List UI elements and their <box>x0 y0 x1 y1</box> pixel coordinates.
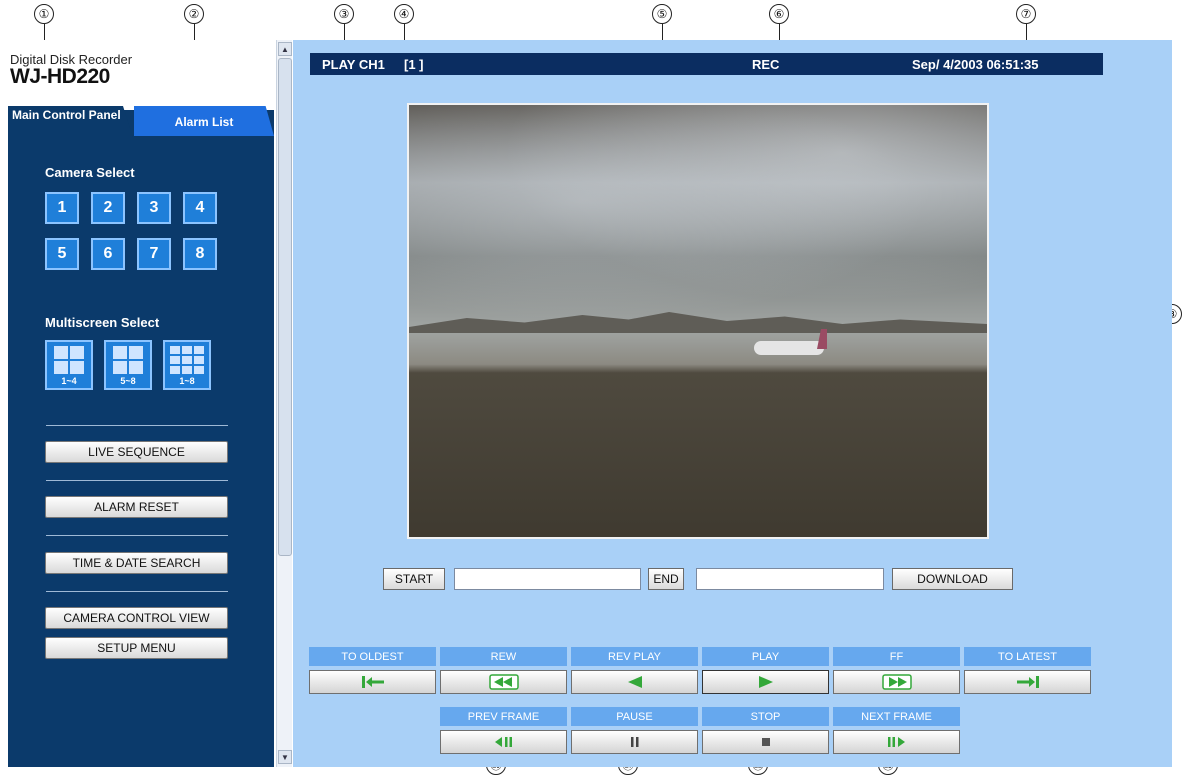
multiscreen-button-1-8[interactable]: 1~8 <box>163 340 211 390</box>
sidebar-header: Digital Disk Recorder WJ-HD220 <box>8 40 274 110</box>
callout-1: ① <box>34 4 54 24</box>
vertical-scrollbar[interactable]: ▲ ▼ <box>276 40 292 767</box>
main-panel: PLAY CH1 [1 ] REC Sep/ 4/2003 06:51:35 S… <box>293 40 1172 767</box>
prev-frame-icon <box>494 737 512 747</box>
pause-icon <box>630 737 638 747</box>
to-latest-button[interactable] <box>964 670 1091 694</box>
setup-menu-button[interactable]: SETUP MENU <box>45 637 228 659</box>
multiscreen-button-1-4[interactable]: 1~4 <box>45 340 93 390</box>
rev-play-label: REV PLAY <box>571 647 698 666</box>
end-time-field[interactable] <box>696 568 884 590</box>
multiscreen-label: 1~8 <box>179 376 195 386</box>
quad-grid-icon <box>54 346 84 374</box>
reverse-play-icon <box>627 676 642 688</box>
playback-mode: PLAY CH1 <box>322 57 385 72</box>
fast-forward-icon <box>881 674 912 690</box>
rec-indicator: REC <box>752 57 780 72</box>
time-date-search-button[interactable]: TIME & DATE SEARCH <box>45 552 228 574</box>
to-oldest-button[interactable] <box>309 670 436 694</box>
divider <box>46 480 228 481</box>
ff-label: FF <box>833 647 960 666</box>
pause-button[interactable] <box>571 730 698 754</box>
quad-grid-icon <box>113 346 143 374</box>
camera-control-view-button[interactable]: CAMERA CONTROL VIEW <box>45 607 228 629</box>
multiscreen-button-5-8[interactable]: 5~8 <box>104 340 152 390</box>
camera-button-8[interactable]: 8 <box>183 238 217 270</box>
stop-button[interactable] <box>702 730 829 754</box>
sidebar: Digital Disk Recorder WJ-HD220 Main Cont… <box>8 40 274 767</box>
prev-frame-label: PREV FRAME <box>440 707 567 726</box>
scroll-down-icon[interactable]: ▼ <box>278 750 292 764</box>
to-oldest-label: TO OLDEST <box>309 647 436 666</box>
rew-label: REW <box>440 647 567 666</box>
channel-field: [1 ] <box>404 57 424 72</box>
tab-alarm-list[interactable]: Alarm List <box>134 106 274 136</box>
camera-button-2[interactable]: 2 <box>91 192 125 224</box>
callout-7: ⑦ <box>1016 4 1036 24</box>
camera-button-4[interactable]: 4 <box>183 192 217 224</box>
live-sequence-button[interactable]: LIVE SEQUENCE <box>45 441 228 463</box>
rewind-icon <box>488 674 519 690</box>
multiscreen-label: 5~8 <box>120 376 136 386</box>
divider <box>46 591 228 592</box>
play-button[interactable] <box>702 670 829 694</box>
scroll-up-icon[interactable]: ▲ <box>278 42 292 56</box>
camera-button-1[interactable]: 1 <box>45 192 79 224</box>
end-button[interactable]: END <box>648 568 684 590</box>
start-button[interactable]: START <box>383 568 445 590</box>
divider <box>46 425 228 426</box>
divider <box>46 535 228 536</box>
camera-button-5[interactable]: 5 <box>45 238 79 270</box>
callout-4: ④ <box>394 4 414 24</box>
callout-3: ③ <box>334 4 354 24</box>
callout-6: ⑥ <box>769 4 789 24</box>
scroll-thumb[interactable] <box>278 58 292 556</box>
start-time-field[interactable] <box>454 568 641 590</box>
brand-model: WJ-HD220 <box>10 65 110 88</box>
camera-button-7[interactable]: 7 <box>137 238 171 270</box>
prev-frame-button[interactable] <box>440 730 567 754</box>
next-frame-button[interactable] <box>833 730 960 754</box>
next-frame-label: NEXT FRAME <box>833 707 960 726</box>
rewind-button[interactable] <box>440 670 567 694</box>
camera-select-title: Camera Select <box>45 165 135 180</box>
video-display <box>407 103 989 539</box>
to-oldest-icon <box>361 676 384 688</box>
reverse-play-button[interactable] <box>571 670 698 694</box>
camera-button-6[interactable]: 6 <box>91 238 125 270</box>
tab-main-control-panel[interactable]: Main Control Panel <box>8 106 133 138</box>
pause-label: PAUSE <box>571 707 698 726</box>
download-button[interactable]: DOWNLOAD <box>892 568 1013 590</box>
play-label: PLAY <box>702 647 829 666</box>
stop-label: STOP <box>702 707 829 726</box>
alarm-reset-button[interactable]: ALARM RESET <box>45 496 228 518</box>
video-airplane <box>754 341 824 355</box>
date-time: Sep/ 4/2003 06:51:35 <box>912 57 1039 72</box>
callout-5: ⑤ <box>652 4 672 24</box>
next-frame-icon <box>887 737 905 747</box>
multiscreen-select-title: Multiscreen Select <box>45 315 160 330</box>
video-sky <box>409 105 987 343</box>
play-icon <box>758 676 773 688</box>
multiscreen-label: 1~4 <box>61 376 77 386</box>
stop-icon <box>761 738 770 746</box>
nine-grid-icon <box>170 346 204 374</box>
callout-2: ② <box>184 4 204 24</box>
status-bar: PLAY CH1 [1 ] REC Sep/ 4/2003 06:51:35 <box>310 53 1103 75</box>
to-latest-icon <box>1016 676 1039 688</box>
fast-forward-button[interactable] <box>833 670 960 694</box>
to-latest-label: TO LATEST <box>964 647 1091 666</box>
camera-button-3[interactable]: 3 <box>137 192 171 224</box>
